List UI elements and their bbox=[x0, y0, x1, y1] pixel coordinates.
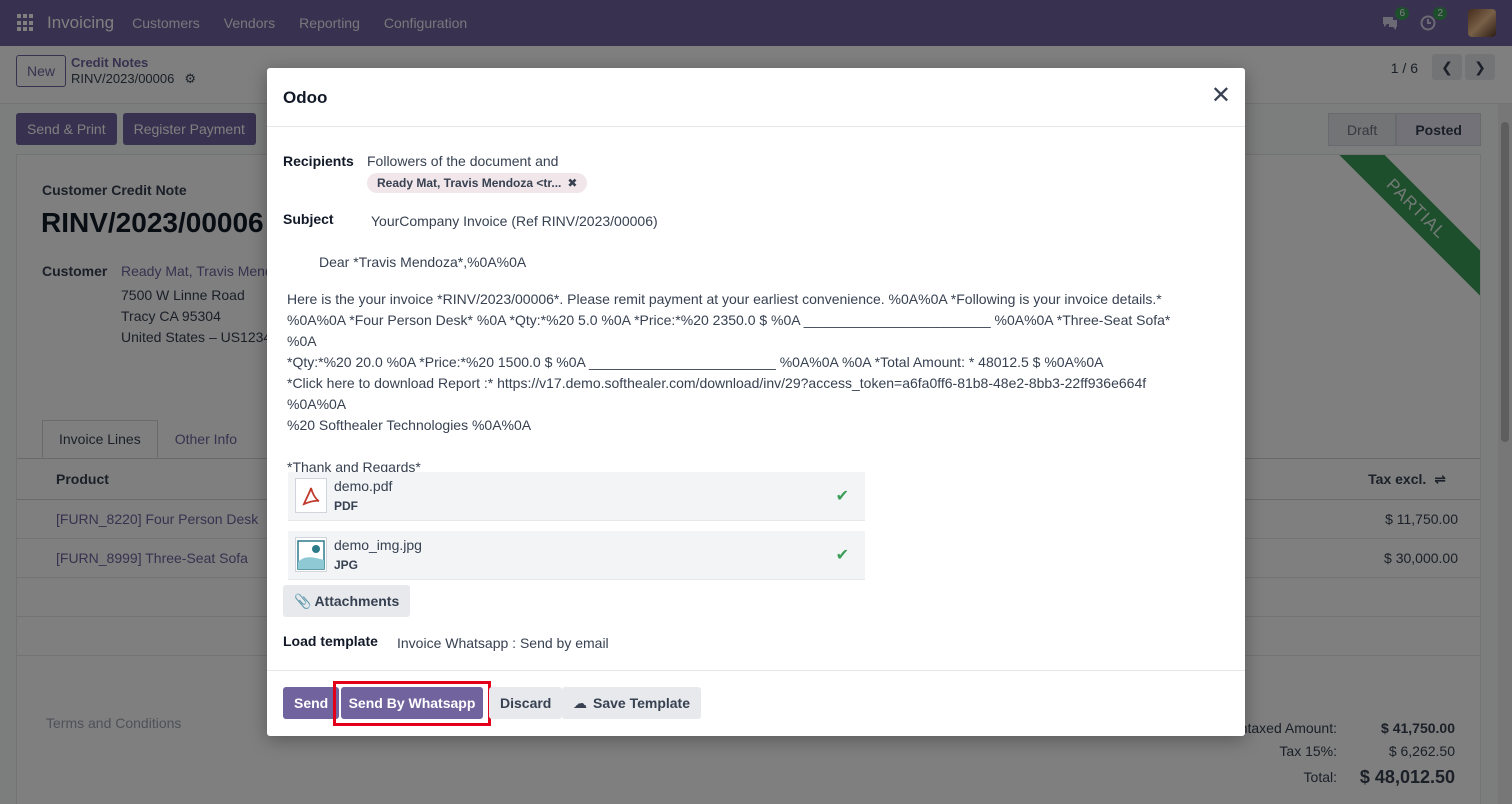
discard-button[interactable]: Discard bbox=[489, 687, 563, 719]
subject-input[interactable]: YourCompany Invoice (Ref RINV/2023/00006… bbox=[371, 213, 658, 229]
recipient-tag-label: Ready Mat, Travis Mendoza <tr... bbox=[377, 176, 562, 190]
attachment-ext: JPG bbox=[334, 558, 359, 572]
body-line: Here is the your invoice *RINV/2023/0000… bbox=[287, 291, 1162, 307]
save-template-label: Save Template bbox=[593, 695, 691, 711]
body-greeting[interactable]: Dear *Travis Mendoza*,%0A%0A bbox=[319, 254, 526, 270]
attachment-item[interactable]: demo.pdf PDF ✔ bbox=[288, 472, 865, 521]
template-select[interactable]: Invoice Whatsapp : Send by email bbox=[397, 635, 609, 651]
close-icon[interactable]: ✕ bbox=[1211, 84, 1231, 108]
body-line: *Click here to download Report :* https:… bbox=[287, 375, 1147, 391]
cloud-upload-icon: ☁ bbox=[573, 694, 587, 711]
send-button[interactable]: Send bbox=[283, 687, 340, 719]
paperclip-icon: 📎 bbox=[294, 592, 312, 609]
attachment-item[interactable]: demo_img.jpg JPG ✔ bbox=[288, 531, 865, 580]
attachment-name: demo.pdf bbox=[334, 478, 393, 494]
recipient-tag[interactable]: Ready Mat, Travis Mendoza <tr... ✖ bbox=[367, 173, 588, 193]
check-icon: ✔ bbox=[835, 547, 849, 564]
subject-label: Subject bbox=[283, 211, 334, 227]
dialog-title: Odoo bbox=[283, 88, 328, 107]
recipients-label: Recipients bbox=[283, 153, 354, 169]
dialog-header: Odoo ✕ bbox=[267, 68, 1245, 127]
body-line: %0A%0A *Four Person Desk* %0A *Qty:*%20 … bbox=[287, 312, 1175, 349]
body-line: %0A%0A bbox=[287, 396, 347, 412]
attachments-button[interactable]: 📎 Attachments bbox=[283, 585, 411, 617]
dialog-footer: Send Send By Whatsapp Discard ☁ Save Tem… bbox=[267, 670, 1245, 736]
remove-tag-icon[interactable]: ✖ bbox=[567, 176, 577, 190]
check-icon: ✔ bbox=[835, 488, 849, 505]
attachment-name: demo_img.jpg bbox=[334, 537, 422, 553]
image-icon bbox=[295, 537, 327, 572]
save-template-button[interactable]: ☁ Save Template bbox=[562, 687, 702, 719]
attachment-ext: PDF bbox=[334, 499, 358, 513]
send-by-whatsapp-button[interactable]: Send By Whatsapp bbox=[341, 687, 483, 719]
body-line: %20 Softhealer Technologies %0A%0A bbox=[287, 417, 532, 433]
body-editor[interactable]: Here is the your invoice *RINV/2023/0000… bbox=[287, 289, 1192, 478]
attachments-button-label: Attachments bbox=[314, 593, 400, 609]
pdf-icon bbox=[295, 478, 327, 513]
body-line: *Qty:*%20 20.0 %0A *Price:*%20 1500.0 $ … bbox=[287, 354, 1104, 370]
template-label: Load template bbox=[283, 633, 378, 649]
compose-dialog: Odoo ✕ Recipients Followers of the docum… bbox=[267, 68, 1245, 736]
recipients-text: Followers of the document and bbox=[367, 153, 559, 169]
